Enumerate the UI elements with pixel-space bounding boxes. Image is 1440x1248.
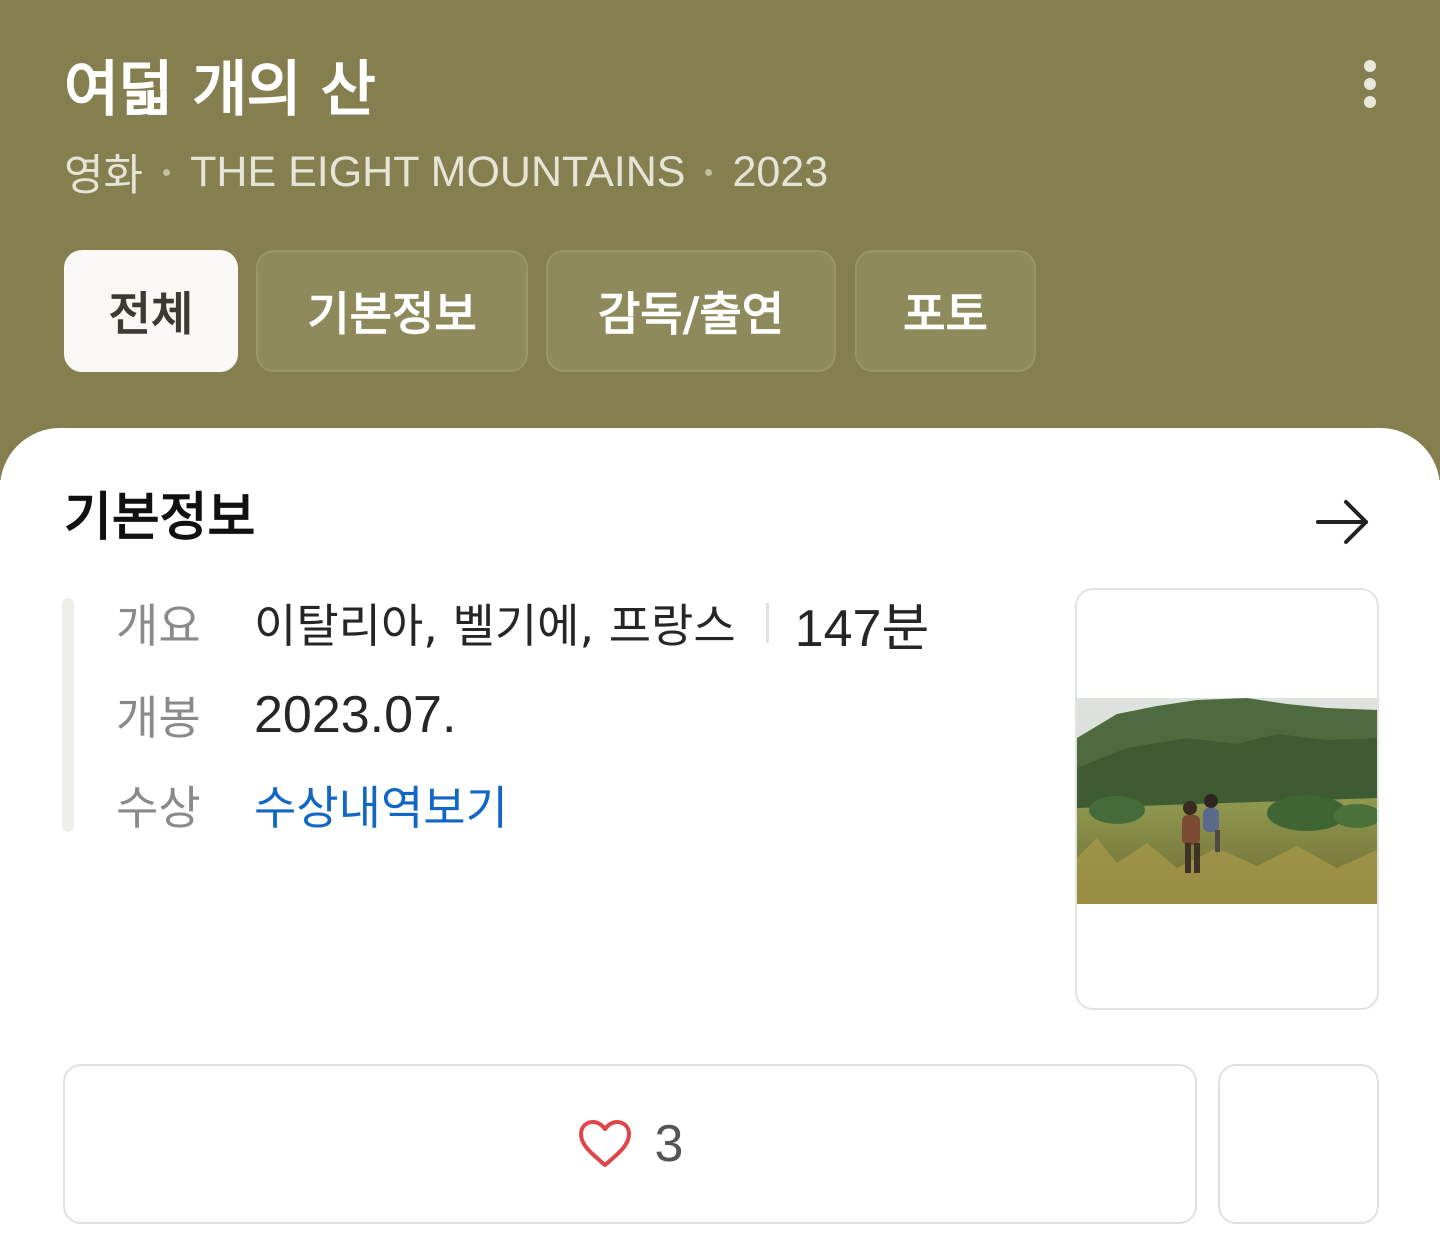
awards-link[interactable]: 수상내역보기	[254, 772, 508, 838]
more-vertical-icon[interactable]	[1352, 56, 1388, 112]
info-row-awards: 수상 수상내역보기	[116, 772, 508, 838]
separator-dot	[705, 168, 713, 176]
tab-all[interactable]: 전체	[64, 250, 238, 372]
overview-value: 이탈리아, 벨기에, 프랑스	[254, 599, 736, 653]
release-value: 2023.07.	[254, 686, 457, 744]
movie-year: 2023	[732, 147, 829, 196]
movie-still-image	[1077, 698, 1377, 904]
movie-title: 여덟 개의 산	[64, 55, 376, 125]
info-separator	[765, 603, 769, 643]
movie-original-title: THE EIGHT MOUNTAINS	[190, 147, 686, 196]
overview-label: 개요	[116, 599, 201, 653]
movie-still-thumbnail[interactable]	[1075, 588, 1379, 1010]
tab-photo[interactable]: 포토	[855, 250, 1036, 372]
awards-label: 수상	[116, 781, 201, 835]
heart-outline-icon	[578, 1120, 631, 1167]
runtime-value: 147분	[794, 599, 930, 658]
tab-basic-info[interactable]: 기본정보	[256, 250, 528, 372]
side-action-button[interactable]	[1218, 1064, 1379, 1224]
movie-header: 여덟 개의 산 영화 THE EIGHT MOUNTAINS 2023 전체 기…	[0, 0, 1440, 480]
like-count: 3	[654, 1115, 684, 1173]
arrow-right-icon[interactable]	[1312, 492, 1376, 556]
info-accent-bar	[62, 598, 74, 832]
section-title-basic-info: 기본정보	[64, 488, 256, 548]
movie-meta: 영화 THE EIGHT MOUNTAINS 2023	[64, 142, 828, 202]
separator-dot	[163, 168, 171, 176]
info-row-release: 개봉 2023.07.	[116, 682, 456, 748]
info-row-overview: 개요 이탈리아, 벨기에, 프랑스 147분	[116, 590, 929, 658]
tab-director-cast[interactable]: 감독/출연	[546, 250, 836, 372]
like-button[interactable]: 3	[63, 1064, 1197, 1224]
release-label: 개봉	[116, 691, 201, 745]
movie-category: 영화	[64, 152, 144, 200]
